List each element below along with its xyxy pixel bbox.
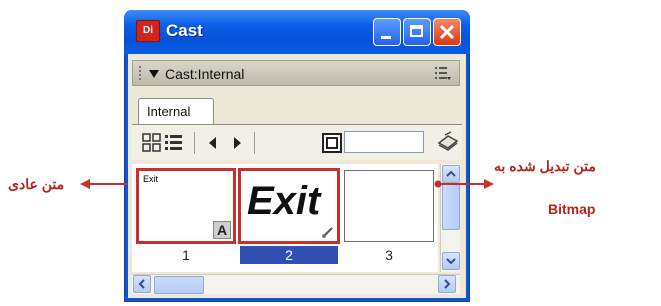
window-title: Cast: [166, 21, 203, 40]
cast-window: Di Cast Cast:Internal Internal Exit A Ex…: [124, 10, 470, 302]
panel-header[interactable]: Cast:Internal: [132, 60, 460, 86]
tab-label: Internal: [147, 104, 191, 119]
maximize-button[interactable]: [403, 18, 431, 46]
next-icon[interactable]: [230, 136, 244, 150]
script-icon[interactable]: [436, 129, 460, 153]
member-number: 2: [240, 246, 338, 264]
close-button[interactable]: [433, 18, 461, 46]
cast-panel: Cast:Internal Internal Exit A Exit 1 2 3: [128, 54, 466, 298]
arrow-right-icon: [434, 179, 494, 189]
toolbar-separator: [194, 132, 195, 154]
options-menu-icon[interactable]: [435, 66, 451, 80]
cast-grid: Exit A Exit 1 2 3: [132, 164, 438, 272]
chevron-down-icon: [446, 258, 456, 265]
minimize-button[interactable]: [373, 18, 401, 46]
scroll-left-button[interactable]: [133, 275, 151, 293]
previous-icon[interactable]: [206, 136, 220, 150]
horizontal-scrollbar[interactable]: [132, 274, 460, 294]
toolbar-separator: [254, 132, 255, 154]
title-bar[interactable]: Di Cast: [124, 10, 470, 54]
cast-member-3[interactable]: [344, 170, 434, 242]
highlight-frame: [136, 168, 236, 244]
member-number: 3: [385, 247, 393, 263]
horizontal-scroll-thumb[interactable]: [154, 276, 204, 294]
chevron-right-icon: [444, 279, 451, 289]
list-view-icon[interactable]: [164, 133, 184, 153]
thumbnail-view-icon[interactable]: [142, 133, 162, 153]
panel-title: Cast:Internal: [165, 66, 245, 82]
annotation-bitmap-line2: Bitmap: [548, 201, 596, 217]
triangle-down-icon[interactable]: [149, 70, 159, 78]
scroll-down-button[interactable]: [442, 252, 460, 270]
close-icon: [439, 24, 455, 40]
grip-handle-icon[interactable]: [139, 66, 145, 80]
highlight-frame: [238, 168, 340, 244]
member-number: 1: [182, 247, 190, 263]
member-name-field[interactable]: [344, 131, 424, 153]
member-type-icon[interactable]: [322, 133, 342, 153]
tab-internal[interactable]: Internal: [138, 98, 214, 124]
annotation-bitmap-line1: متن تبدیل شده به: [494, 158, 596, 174]
director-icon: Di: [136, 20, 160, 42]
arrow-left-icon: [80, 179, 128, 189]
annotation-plain-text: متن عادی: [8, 176, 65, 192]
chevron-left-icon: [138, 279, 145, 289]
cast-toolbar: [132, 124, 462, 160]
scroll-right-button[interactable]: [438, 275, 456, 293]
